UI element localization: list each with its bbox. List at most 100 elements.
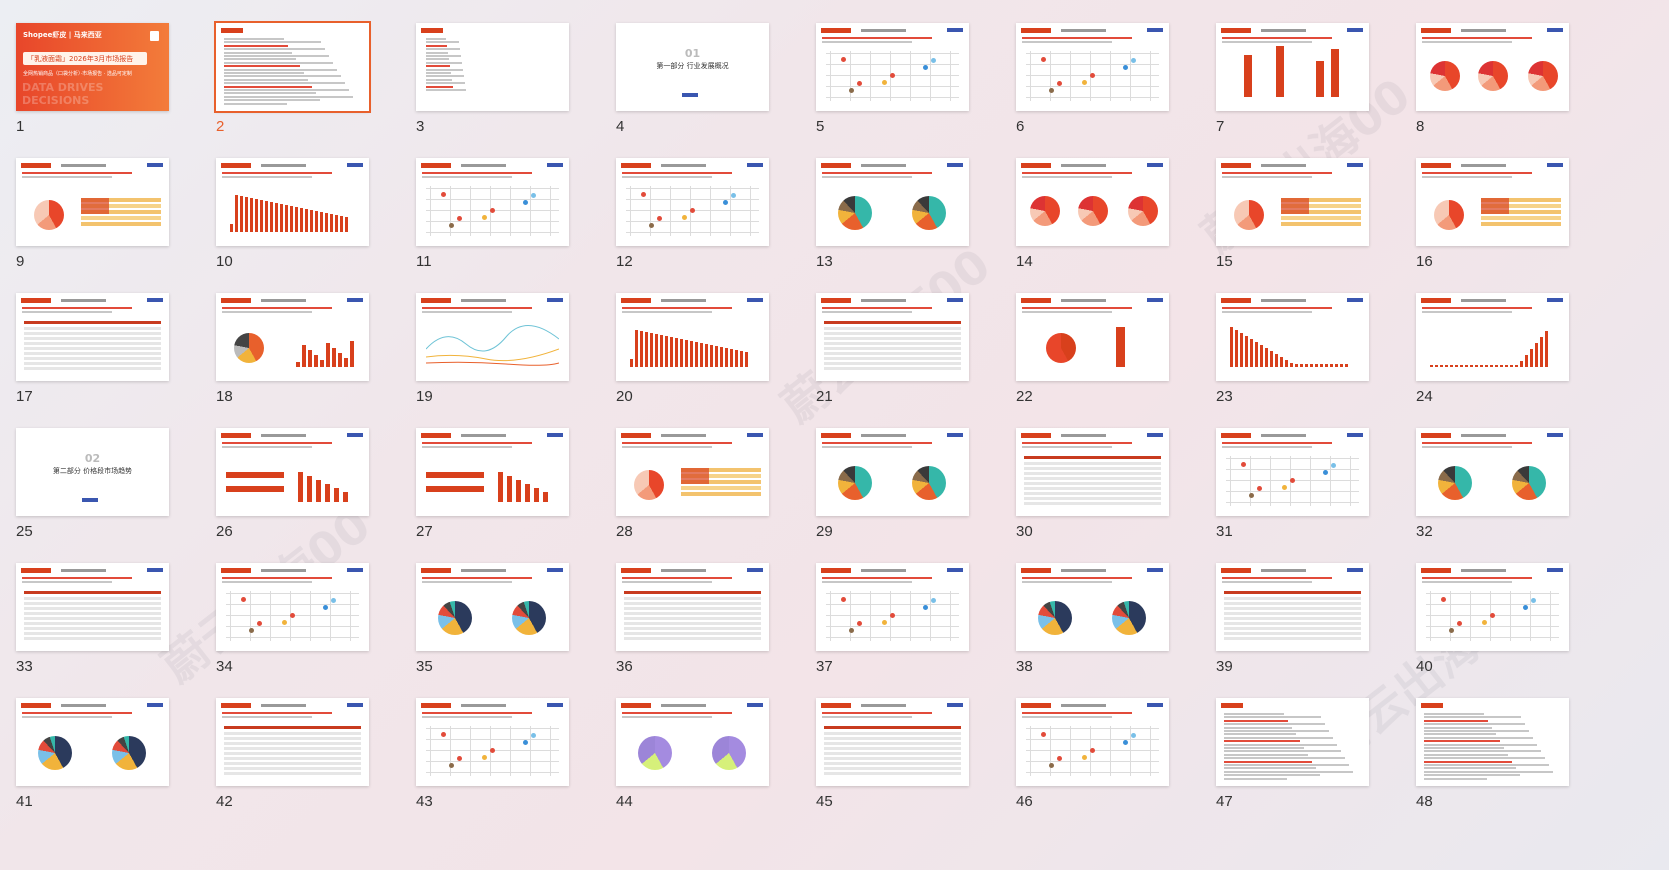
slide-thumbnail-40[interactable] (1416, 563, 1569, 651)
slide-thumbnail-18[interactable] (216, 293, 369, 381)
slide-thumbnail-45[interactable] (816, 698, 969, 786)
slide-thumbnail-23[interactable] (1216, 293, 1369, 381)
bar (1290, 363, 1293, 367)
table-row (824, 327, 961, 330)
slide-text-line (622, 172, 732, 174)
slide-thumbnail-34[interactable] (216, 563, 369, 651)
slide-thumbnail-43[interactable] (416, 698, 569, 786)
slide-thumbnail-17[interactable] (16, 293, 169, 381)
slide-thumbnail-44[interactable] (616, 698, 769, 786)
logo-icon (347, 433, 363, 437)
data-point (931, 58, 936, 63)
slide-thumbnail-37[interactable] (816, 563, 969, 651)
gridline (870, 51, 871, 101)
slide-thumbnail-11[interactable] (416, 158, 569, 246)
data-point (449, 223, 454, 228)
slide-title-line (461, 569, 506, 572)
data-point (1131, 58, 1136, 63)
slide-thumbnail-1[interactable]: Shopee虾皮 | 马来西亚 「乳液面霜」2026年3月市场报告 全网热销商品（口… (16, 23, 169, 111)
slide-text-line (1222, 581, 1312, 583)
slide-thumbnail-33[interactable] (16, 563, 169, 651)
slide-thumbnail-38[interactable] (1016, 563, 1169, 651)
slide-thumbnail-3[interactable] (416, 23, 569, 111)
table-highlight (681, 468, 709, 484)
slide-thumbnail-35[interactable] (416, 563, 569, 651)
slide-thumbnail-4[interactable]: 01 第一部分 行业发展概况 (616, 23, 769, 111)
slide-text-line (822, 41, 912, 43)
logo-icon (1347, 298, 1363, 302)
slide-thumbnail-12[interactable] (616, 158, 769, 246)
data-point (841, 597, 846, 602)
gridline (1150, 726, 1151, 776)
gridline (426, 739, 559, 740)
slide-thumbnail-21[interactable] (816, 293, 969, 381)
slide-thumbnail-32[interactable] (1416, 428, 1569, 516)
slide-text-line (22, 716, 112, 718)
gridline (1030, 51, 1031, 101)
slide-thumbnail-6[interactable] (1016, 23, 1169, 111)
bar (350, 341, 354, 367)
gridline (626, 221, 759, 222)
slide-thumbnail-30[interactable] (1016, 428, 1169, 516)
slide-text-line (822, 581, 912, 583)
slide-thumbnail-7[interactable] (1216, 23, 1369, 111)
slide-thumbnail-24[interactable] (1416, 293, 1569, 381)
slide-text-line (1422, 307, 1532, 309)
slide-thumbnail-29[interactable] (816, 428, 969, 516)
bar (1325, 364, 1328, 367)
slide-thumbnail-25[interactable]: 02 第二部分 价格段市场趋势 (16, 428, 169, 516)
slide-number: 9 (16, 253, 25, 270)
slide-thumbnail-31[interactable] (1216, 428, 1369, 516)
slide-text-line (422, 712, 532, 714)
slide-thumbnail-39[interactable] (1216, 563, 1369, 651)
slide-text-line (1224, 747, 1304, 749)
slide-thumbnail-5[interactable] (816, 23, 969, 111)
bar (675, 338, 678, 367)
gridline (426, 232, 559, 233)
slide-thumbnail-47[interactable] (1216, 698, 1369, 786)
slide-text-line (622, 716, 712, 718)
slide-header-bar (1021, 298, 1051, 303)
slide-title-line (461, 164, 506, 167)
gridline (1310, 456, 1311, 506)
slide-thumbnail-46[interactable] (1016, 698, 1169, 786)
slide-thumbnail-42[interactable] (216, 698, 369, 786)
slide-thumbnail-10[interactable] (216, 158, 369, 246)
slide-header-bar (1221, 433, 1251, 438)
table-row (624, 622, 761, 625)
table-highlight (1481, 198, 1509, 214)
table-row (24, 612, 161, 615)
slide-number: 12 (616, 253, 633, 270)
slide-thumbnail-16[interactable] (1416, 158, 1569, 246)
slide-text-line (1222, 307, 1332, 309)
table-row (24, 627, 161, 630)
slide-number: 15 (1216, 253, 1233, 270)
slide-thumbnail-20[interactable] (616, 293, 769, 381)
slide-thumbnail-19[interactable] (416, 293, 569, 381)
slide-thumbnail-28[interactable] (616, 428, 769, 516)
slide-thumbnail-9[interactable] (16, 158, 169, 246)
slide-text-line (1422, 172, 1532, 174)
slide-thumbnail-15[interactable] (1216, 158, 1369, 246)
slide-text-line (1224, 723, 1325, 726)
slide-text-line (426, 51, 448, 54)
slide-thumbnail-22[interactable] (1016, 293, 1169, 381)
slide-thumbnail-8[interactable] (1416, 23, 1569, 111)
slide-thumbnail-41[interactable] (16, 698, 169, 786)
slide-text-line (422, 307, 532, 309)
slide-thumbnail-48[interactable] (1416, 698, 1569, 786)
bar (296, 362, 300, 367)
slide-thumbnail-14[interactable] (1016, 158, 1169, 246)
data-point (649, 223, 654, 228)
slide-thumbnail-26[interactable] (216, 428, 369, 516)
slide-thumbnail-13[interactable] (816, 158, 969, 246)
table-row (24, 602, 161, 605)
slide-text-line (426, 75, 464, 78)
data-point (523, 200, 528, 205)
slide-header-bar (421, 163, 451, 168)
logo-icon (1547, 433, 1563, 437)
pie-chart (1528, 61, 1558, 91)
slide-thumbnail-27[interactable] (416, 428, 569, 516)
slide-thumbnail-36[interactable] (616, 563, 769, 651)
slide-thumbnail-2[interactable] (214, 21, 371, 113)
